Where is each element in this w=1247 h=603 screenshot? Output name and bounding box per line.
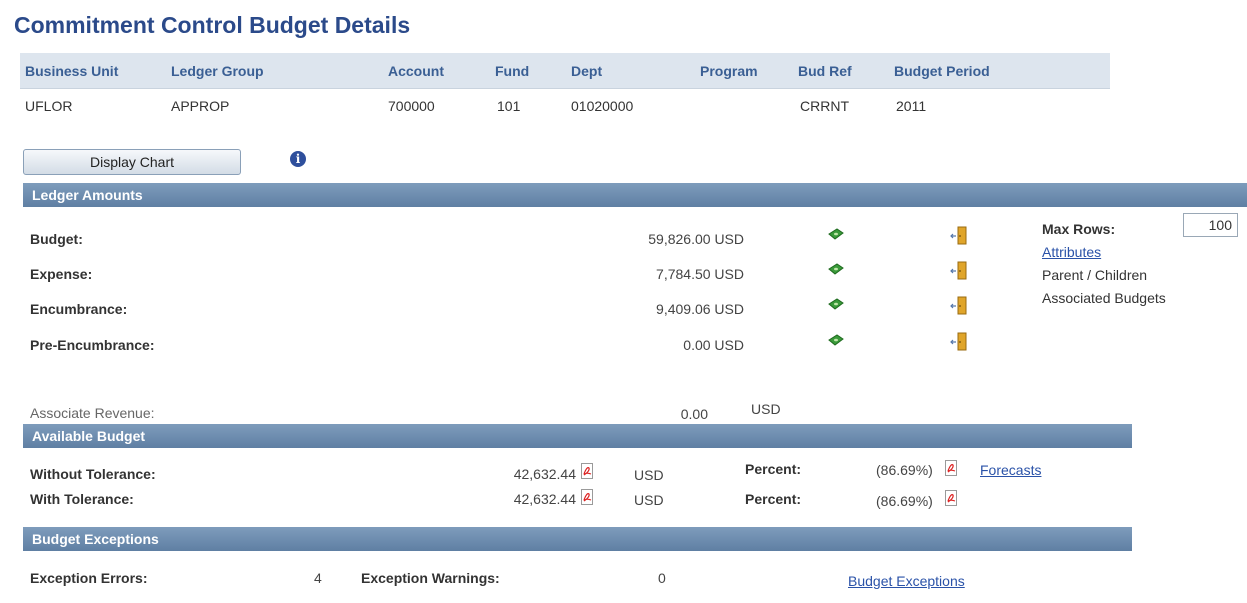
without-tolerance-label: Without Tolerance: (30, 466, 156, 482)
exception-errors-label: Exception Errors: (30, 570, 148, 586)
ledger-label-budget: Budget: (30, 231, 83, 247)
exception-warnings-label: Exception Warnings: (361, 570, 500, 586)
display-chart-button[interactable]: Display Chart (23, 149, 241, 175)
value-account: 700000 (388, 98, 435, 114)
ledger-amount-expense: 7,784.50 USD (656, 266, 744, 282)
money-icon[interactable] (828, 228, 844, 240)
with-tolerance-currency: USD (634, 492, 664, 508)
value-bud-ref: CRRNT (800, 98, 849, 114)
section-available-budget: Available Budget (23, 424, 1132, 448)
value-fund: 101 (497, 98, 521, 114)
budget-exceptions-link[interactable]: Budget Exceptions (848, 573, 965, 589)
attributes-link[interactable]: Attributes (1042, 244, 1101, 260)
pdf-report-icon[interactable] (581, 489, 593, 505)
with-tolerance-amount: 42,632.44 (513, 491, 576, 507)
ledger-amount-pre-encumbrance: 0.00 USD (683, 337, 744, 353)
pdf-report-icon[interactable] (945, 490, 957, 506)
pdf-report-icon[interactable] (945, 460, 957, 476)
value-dept: 01020000 (571, 98, 634, 114)
ledger-amount-budget: 59,826.00 USD (648, 231, 744, 247)
money-icon[interactable] (828, 334, 844, 346)
drilldown-door-icon[interactable] (950, 332, 968, 352)
with-tolerance-percent-label: Percent: (745, 491, 802, 507)
exception-errors-value: 4 (314, 570, 322, 586)
header-business-unit: Business Unit (25, 63, 119, 79)
page-title: Commitment Control Budget Details (14, 12, 411, 38)
without-tolerance-currency: USD (634, 467, 664, 483)
associated-budgets-text: Associated Budgets (1042, 290, 1166, 306)
exception-warnings-value: 0 (658, 570, 666, 586)
ledger-label-expense: Expense: (30, 266, 93, 282)
drilldown-door-icon[interactable] (950, 226, 968, 246)
section-ledger-amounts: Ledger Amounts (23, 183, 1247, 207)
ledger-amount-encumbrance: 9,409.06 USD (656, 301, 744, 317)
associate-revenue-currency: USD (751, 401, 781, 417)
forecasts-link[interactable]: Forecasts (980, 462, 1041, 478)
info-icon[interactable]: i (290, 151, 306, 167)
money-icon[interactable] (828, 263, 844, 275)
without-tolerance-percent-label: Percent: (745, 461, 802, 477)
header-dept: Dept (571, 63, 603, 79)
header-fund: Fund (495, 63, 530, 79)
without-tolerance-amount: 42,632.44 (513, 466, 576, 482)
money-icon[interactable] (828, 298, 844, 310)
value-business-unit: UFLOR (25, 98, 73, 114)
value-ledger-group: APPROP (171, 98, 230, 114)
value-budget-period: 2011 (896, 98, 927, 114)
parent-children-text: Parent / Children (1042, 267, 1148, 283)
header-bud-ref: Bud Ref (798, 63, 852, 79)
associate-revenue-value: 0.00 (680, 406, 708, 422)
with-tolerance-label: With Tolerance: (30, 491, 134, 507)
header-account: Account (388, 63, 444, 79)
section-budget-exceptions: Budget Exceptions (23, 527, 1132, 551)
drilldown-door-icon[interactable] (950, 296, 968, 316)
with-tolerance-percent: (86.69%) (876, 493, 933, 509)
header-ledger-group: Ledger Group (171, 63, 264, 79)
drilldown-door-icon[interactable] (950, 261, 968, 281)
ledger-label-pre-encumbrance: Pre-Encumbrance: (30, 337, 155, 353)
without-tolerance-percent: (86.69%) (876, 462, 933, 478)
header-program: Program (700, 63, 758, 79)
ledger-label-encumbrance: Encumbrance: (30, 301, 128, 317)
pdf-report-icon[interactable] (581, 463, 593, 479)
max-rows-label: Max Rows: (1042, 221, 1116, 237)
max-rows-input[interactable] (1183, 213, 1238, 237)
header-budget-period: Budget Period (894, 63, 990, 79)
associate-revenue-label: Associate Revenue: (30, 405, 155, 421)
